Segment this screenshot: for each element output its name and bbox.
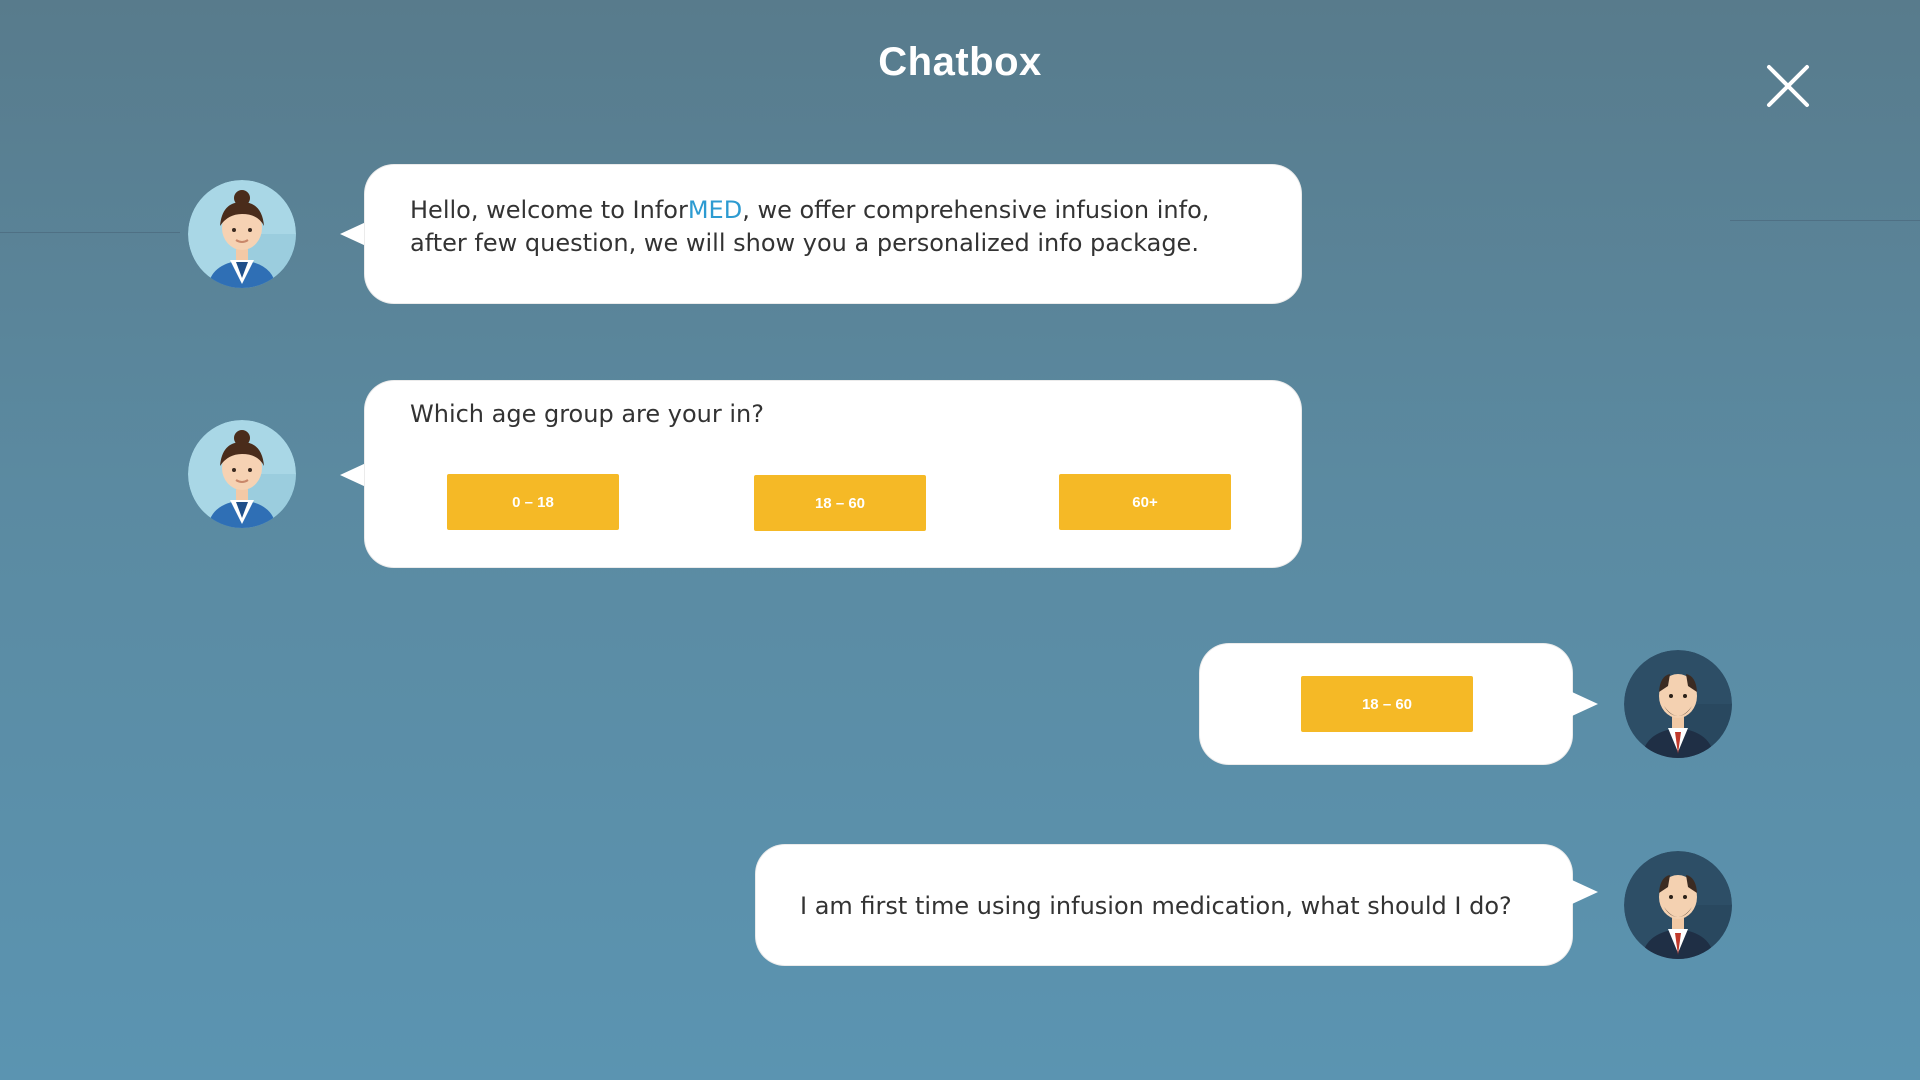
brand-highlight: MED [687, 196, 743, 224]
close-icon [1767, 65, 1809, 107]
user-avatar [1624, 851, 1732, 959]
assistant-message-text: Hello, welcome to InforMED, we offer com… [410, 194, 1270, 260]
age-option-0-18[interactable]: 0 – 18 [447, 474, 619, 530]
close-button[interactable] [1765, 63, 1811, 109]
user-avatar [1624, 650, 1732, 758]
assistant-avatar [188, 420, 296, 528]
selected-age-option[interactable]: 18 – 60 [1301, 676, 1473, 732]
age-option-18-60[interactable]: 18 – 60 [754, 475, 926, 531]
message-text-part: Hello, welcome to Infor [410, 196, 688, 224]
user-message-text: I am first time using infusion medicatio… [800, 892, 1512, 920]
question-text: Which age group are your in? [410, 400, 764, 428]
age-option-60-plus[interactable]: 60+ [1059, 474, 1231, 530]
assistant-avatar [188, 180, 296, 288]
page-title: Chatbox [878, 40, 1042, 84]
divider-line [0, 232, 180, 233]
divider-line [1730, 220, 1920, 221]
